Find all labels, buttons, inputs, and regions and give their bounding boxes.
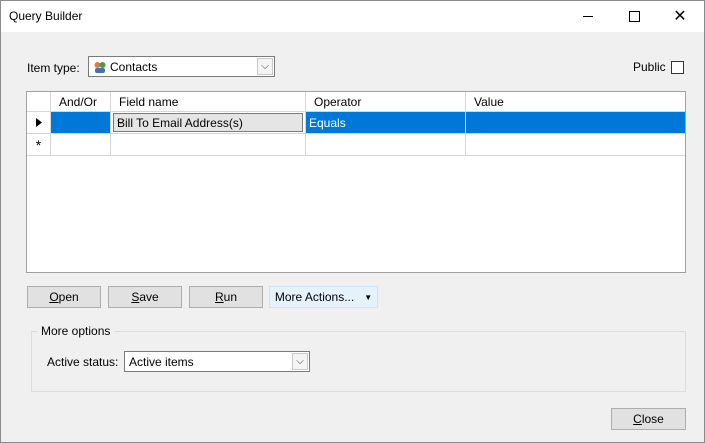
close-button[interactable]: Close bbox=[611, 408, 686, 430]
cell-field-name[interactable]: Bill To Email Address(s) ⌵ bbox=[111, 112, 306, 134]
maximize-icon bbox=[628, 11, 640, 22]
column-header-field-name[interactable]: Field name bbox=[111, 92, 306, 112]
open-button[interactable]: Open bbox=[27, 286, 101, 308]
chevron-down-icon: ⌵ bbox=[296, 355, 304, 367]
field-name-combobox[interactable]: Bill To Email Address(s) ⌵ bbox=[113, 113, 303, 132]
query-grid[interactable]: And/Or Field name Operator Value Bill To… bbox=[26, 91, 686, 273]
active-status-combobox[interactable]: Active items ⌵ bbox=[124, 351, 310, 372]
new-cell-value[interactable] bbox=[466, 134, 685, 156]
minimize-button[interactable] bbox=[565, 1, 611, 32]
public-checkbox[interactable] bbox=[671, 61, 684, 74]
item-type-value: Contacts bbox=[110, 60, 158, 74]
run-button[interactable]: Run bbox=[189, 286, 263, 308]
new-cell-field-name[interactable] bbox=[111, 134, 306, 156]
contacts-icon bbox=[94, 62, 106, 73]
chevron-down-icon[interactable]: ⌵ bbox=[117, 116, 298, 127]
minimize-icon bbox=[583, 16, 593, 17]
cell-and-or[interactable] bbox=[51, 112, 111, 134]
chevron-down-icon: ⌵ bbox=[261, 60, 269, 72]
window-title: Query Builder bbox=[9, 9, 83, 23]
item-type-label: Item type: bbox=[27, 61, 80, 75]
close-window-button[interactable]: ✕ bbox=[657, 1, 703, 32]
more-options-legend: More options bbox=[37, 324, 115, 338]
grid-corner-header bbox=[27, 92, 51, 112]
item-type-dropdown-arrow[interactable]: ⌵ bbox=[257, 58, 273, 75]
active-status-dropdown-arrow[interactable]: ⌵ bbox=[292, 353, 308, 370]
active-status-label: Active status: bbox=[47, 355, 119, 369]
new-cell-and-or[interactable] bbox=[51, 134, 111, 156]
public-label: Public bbox=[633, 60, 666, 74]
new-cell-operator[interactable] bbox=[306, 134, 466, 156]
row-header-new[interactable]: * bbox=[27, 134, 51, 156]
row-header-current[interactable] bbox=[27, 112, 51, 134]
query-builder-window: Query Builder ✕ Item type: Contacts ⌵ Pu… bbox=[0, 0, 705, 443]
cell-value[interactable] bbox=[466, 112, 685, 134]
cell-operator[interactable]: Equals bbox=[306, 112, 466, 134]
column-header-operator[interactable]: Operator bbox=[306, 92, 466, 112]
more-actions-button[interactable]: More Actions... ▼ bbox=[269, 286, 378, 308]
close-icon: ✕ bbox=[673, 7, 687, 25]
title-bar: Query Builder ✕ bbox=[1, 1, 704, 32]
current-row-arrow-icon bbox=[35, 118, 42, 127]
column-header-and-or[interactable]: And/Or bbox=[51, 92, 111, 112]
maximize-button[interactable] bbox=[611, 1, 657, 32]
new-row-icon: * bbox=[35, 136, 42, 153]
column-header-value[interactable]: Value bbox=[466, 92, 685, 112]
active-status-value: Active items bbox=[129, 355, 194, 369]
save-button[interactable]: Save bbox=[108, 286, 182, 308]
dropdown-arrow-icon: ▼ bbox=[364, 292, 373, 302]
item-type-combobox[interactable]: Contacts ⌵ bbox=[88, 56, 275, 77]
